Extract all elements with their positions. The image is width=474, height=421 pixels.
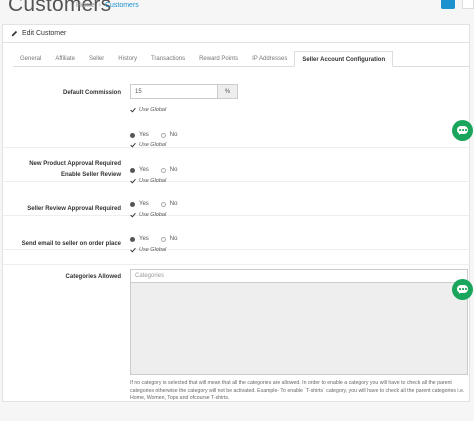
enable-seller-review-radios: Yes No xyxy=(130,167,189,173)
radio-no[interactable]: No xyxy=(160,132,178,138)
radio-no[interactable]: No xyxy=(160,201,178,207)
radio-dot-checked xyxy=(130,201,135,207)
check-icon xyxy=(130,142,136,148)
radio-yes[interactable]: Yes xyxy=(130,167,149,173)
use-global-label: Use Global xyxy=(139,178,167,184)
chat-dot xyxy=(459,129,461,131)
radio-yes-label: Yes xyxy=(139,236,149,242)
radio-dot-checked xyxy=(130,167,135,173)
use-global-review-approval[interactable]: Use Global xyxy=(130,212,166,218)
radio-no[interactable]: No xyxy=(160,167,178,173)
enable-seller-review-label: Enable Seller Review xyxy=(60,172,121,178)
tab-ip-addresses[interactable]: IP Addresses xyxy=(245,51,294,67)
panel-title: Edit Customer xyxy=(22,30,67,37)
pencil-icon xyxy=(11,30,18,37)
categories-input[interactable]: Categories xyxy=(130,269,468,283)
chat-bubble xyxy=(457,285,468,294)
check-icon xyxy=(130,178,136,184)
tab-transactions[interactable]: Transactions xyxy=(144,51,192,67)
chat-icon[interactable] xyxy=(452,279,473,300)
categories-help-text: If no category is selected that will mea… xyxy=(130,380,465,401)
chat-bubble xyxy=(457,126,468,135)
use-global-new-product[interactable]: Use Global xyxy=(130,142,166,148)
use-global-seller-review[interactable]: Use Global xyxy=(130,178,166,184)
radio-yes-label: Yes xyxy=(139,201,149,207)
tab-seller-account-configuration[interactable]: Seller Account Configuration xyxy=(294,51,394,67)
check-icon xyxy=(130,212,136,218)
percent-addon: % xyxy=(218,84,238,99)
radio-dot-unchecked xyxy=(160,167,166,173)
panel-heading: Edit Customer xyxy=(3,25,469,43)
commission-input[interactable]: 15 xyxy=(130,84,218,99)
chat-dot xyxy=(459,288,461,290)
chat-dot xyxy=(462,129,464,131)
send-email-label: Send email to seller on order place xyxy=(21,241,121,247)
chat-dot xyxy=(462,288,464,290)
seller-review-approval-radios: Yes No xyxy=(130,201,189,207)
tab-affiliate[interactable]: Affiliate xyxy=(48,51,82,67)
seller-review-approval-label: Seller Review Approval Required xyxy=(27,206,121,212)
page-header: Customers Home › Customers xyxy=(0,0,474,16)
breadcrumb-home[interactable]: Home xyxy=(76,2,95,9)
categories-allowed-label: Categories Allowed xyxy=(65,274,121,280)
radio-yes[interactable]: Yes xyxy=(130,201,149,207)
form-row-send-email: Send email to seller on order place xyxy=(3,241,469,265)
tab-reward-points[interactable]: Reward Points xyxy=(192,51,245,67)
check-icon xyxy=(130,247,136,253)
use-global-label: Use Global xyxy=(139,247,167,253)
breadcrumb-customers[interactable]: Customers xyxy=(105,2,139,9)
new-product-approval-radios: Yes No xyxy=(130,132,189,138)
use-global-label: Use Global xyxy=(139,107,167,113)
radio-yes-label: Yes xyxy=(139,167,149,173)
use-global-send-email[interactable]: Use Global xyxy=(130,247,166,253)
chat-dot xyxy=(465,129,467,131)
tab-history[interactable]: History xyxy=(111,51,144,67)
chat-dot xyxy=(465,288,467,290)
check-icon xyxy=(130,107,136,113)
tab-bar: General Affiliate Seller History Transac… xyxy=(13,51,469,67)
radio-no-label: No xyxy=(169,236,178,242)
radio-dot-unchecked xyxy=(160,132,166,138)
radio-no-label: No xyxy=(169,132,178,138)
radio-no-label: No xyxy=(169,201,178,207)
send-email-radios: Yes No xyxy=(130,236,189,242)
use-global-commission[interactable]: Use Global xyxy=(130,107,166,113)
tab-seller[interactable]: Seller xyxy=(82,51,111,67)
radio-no[interactable]: No xyxy=(160,236,178,242)
new-product-approval-label: New Product Approval Required xyxy=(29,161,121,167)
breadcrumb: Home › Customers xyxy=(76,2,139,9)
breadcrumb-separator: › xyxy=(98,2,101,9)
back-button[interactable] xyxy=(462,0,474,9)
radio-dot-checked xyxy=(130,236,135,242)
edit-customer-panel: Edit Customer General Affiliate Seller H… xyxy=(2,24,470,402)
radio-dot-unchecked xyxy=(160,236,166,242)
radio-yes[interactable]: Yes xyxy=(130,236,149,242)
use-global-label: Use Global xyxy=(139,142,167,148)
radio-yes[interactable]: Yes xyxy=(130,132,149,138)
categories-list-box[interactable] xyxy=(130,283,468,375)
tab-general[interactable]: General xyxy=(13,51,48,67)
radio-yes-label: Yes xyxy=(139,132,149,138)
commission-input-group: 15 % xyxy=(130,84,238,99)
default-commission-label: Default Commission xyxy=(62,90,121,96)
radio-dot-unchecked xyxy=(160,201,166,207)
radio-dot-checked xyxy=(130,132,135,138)
chat-icon[interactable] xyxy=(452,120,473,141)
save-button[interactable] xyxy=(441,0,455,9)
use-global-label: Use Global xyxy=(139,212,167,218)
radio-no-label: No xyxy=(169,167,178,173)
